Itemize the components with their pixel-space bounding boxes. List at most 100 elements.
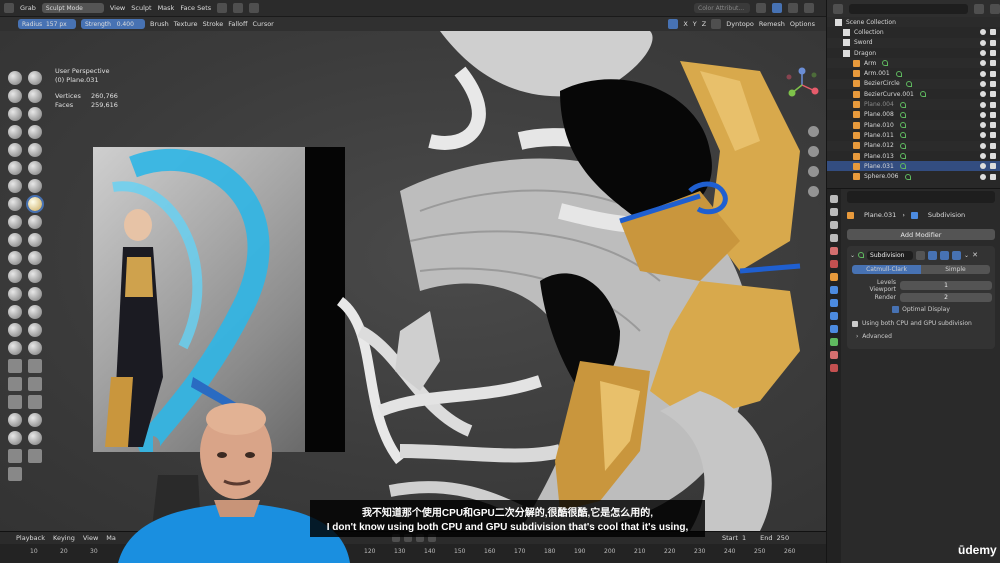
lock-icon[interactable] — [711, 19, 722, 29]
outliner-item[interactable]: BezierCircle — [827, 78, 1000, 90]
eye-icon[interactable] — [980, 80, 986, 87]
axis-x[interactable]: X — [683, 20, 687, 28]
active-tool-label[interactable]: Grab — [20, 4, 36, 12]
levels-viewport-field[interactable]: 1 — [900, 281, 992, 290]
on-cage-toggle-icon[interactable] — [928, 250, 938, 260]
clay-thumb-brush-icon[interactable] — [8, 107, 22, 121]
optimal-display-checkbox[interactable] — [892, 306, 900, 313]
scene-tab-icon[interactable] — [830, 247, 838, 255]
outliner-item[interactable]: Plane.008 — [827, 110, 1000, 120]
nudge-brush-icon[interactable] — [8, 251, 22, 265]
thumb-brush-icon[interactable] — [8, 233, 22, 247]
outliner-search-input[interactable] — [849, 3, 968, 14]
properties-search-input[interactable] — [847, 191, 995, 203]
slide-relax-brush-icon[interactable] — [8, 269, 22, 283]
edit-face-set-icon[interactable] — [8, 431, 22, 445]
end-field[interactable]: End 250 — [760, 534, 789, 542]
eye-icon[interactable] — [980, 101, 986, 108]
outliner-item[interactable]: BezierCurve.001 — [827, 89, 1000, 99]
flatten-brush-icon[interactable] — [8, 161, 22, 175]
shading-icon[interactable] — [217, 3, 228, 13]
viewport-shading-render-icon[interactable] — [804, 3, 814, 13]
camera-render-icon[interactable] — [990, 173, 996, 180]
output-tab-icon[interactable] — [830, 221, 838, 229]
start-field[interactable]: Start 1 — [722, 534, 746, 542]
filter-icon[interactable] — [974, 3, 984, 14]
simple-button[interactable]: Simple — [921, 265, 990, 274]
camera-render-icon[interactable] — [990, 50, 996, 57]
outliner-item[interactable]: Plane.004 — [827, 99, 1000, 110]
outliner-item[interactable]: Plane.012 — [827, 140, 1000, 151]
eye-icon[interactable] — [980, 91, 986, 98]
eye-icon[interactable] — [980, 111, 986, 118]
simplify-brush-icon[interactable] — [28, 287, 42, 301]
tool-tab-icon[interactable] — [830, 195, 838, 203]
camera-icon[interactable] — [808, 166, 819, 177]
cloth-filter-icon[interactable] — [8, 413, 22, 427]
move-icon[interactable] — [8, 449, 22, 463]
box-face-set-icon[interactable] — [8, 377, 22, 391]
pinch-brush-icon[interactable] — [8, 197, 22, 211]
scrape-brush-icon[interactable] — [8, 179, 22, 193]
multires-displacement-eraser-icon[interactable] — [8, 323, 22, 337]
grid-icon[interactable] — [808, 186, 819, 197]
multires-displacement-smear-icon[interactable] — [28, 323, 42, 337]
shading-icon-2[interactable] — [233, 3, 244, 13]
camera-render-icon[interactable] — [990, 111, 996, 118]
boundary-brush-icon[interactable] — [28, 269, 42, 283]
eye-icon[interactable] — [980, 60, 986, 67]
outliner-item[interactable]: Plane.010 — [827, 119, 1000, 131]
camera-render-icon[interactable] — [990, 29, 996, 36]
texture-tab-icon[interactable] — [830, 364, 838, 372]
draw-face-sets-brush-icon[interactable] — [28, 305, 42, 319]
mode-dropdown[interactable]: Sculpt Mode — [41, 3, 104, 13]
camera-render-icon[interactable] — [990, 101, 996, 108]
draw-brush-icon[interactable] — [8, 71, 22, 85]
viewport-display-toggle-icon[interactable] — [940, 250, 950, 260]
outliner-item[interactable]: Dragon — [827, 48, 1000, 58]
constraints-tab-icon[interactable] — [830, 325, 838, 333]
snake-hook-brush-icon[interactable] — [28, 215, 42, 229]
eye-icon[interactable] — [980, 50, 986, 57]
blob-brush-icon[interactable] — [28, 125, 42, 139]
material-tab-icon[interactable] — [830, 351, 838, 359]
camera-render-icon[interactable] — [990, 70, 996, 77]
camera-render-icon[interactable] — [990, 80, 996, 87]
eye-icon[interactable] — [980, 70, 986, 77]
camera-render-icon[interactable] — [990, 122, 996, 129]
outliner-item[interactable]: Plane.013 — [827, 151, 1000, 161]
paint-brush-icon[interactable] — [8, 341, 22, 355]
modifier-name-field[interactable]: Subdivision — [867, 250, 914, 260]
smear-brush-icon[interactable] — [28, 341, 42, 355]
camera-render-icon[interactable] — [990, 39, 996, 46]
camera-render-icon[interactable] — [990, 153, 996, 159]
smooth-brush-icon[interactable] — [28, 143, 42, 157]
box-mask-icon[interactable] — [8, 359, 22, 373]
radius-field[interactable]: Radius 157 px — [18, 19, 76, 29]
timeline-menu-playback[interactable]: Playback — [16, 534, 45, 542]
outliner-item[interactable]: Sword — [827, 37, 1000, 48]
draw-sharp-brush-icon[interactable] — [28, 71, 42, 85]
pose-brush-icon[interactable] — [28, 233, 42, 247]
new-collection-icon[interactable] — [990, 3, 1000, 14]
edit-mode-toggle-icon[interactable] — [916, 250, 926, 260]
render-toggle-icon[interactable] — [952, 250, 962, 260]
line-project-icon[interactable] — [8, 395, 22, 409]
close-icon[interactable]: ✕ — [972, 251, 978, 259]
viewport-shading-solid-icon[interactable] — [772, 3, 782, 13]
timeline-menu-marker[interactable]: Ma — [106, 534, 116, 542]
fill-brush-icon[interactable] — [28, 161, 42, 175]
chevron-down-icon[interactable]: ⌄ — [850, 252, 855, 259]
pan-hand-icon[interactable] — [808, 146, 819, 157]
catmull-clark-button[interactable]: Catmull-Clark — [852, 265, 921, 274]
elastic-deform-brush-icon[interactable] — [8, 215, 22, 229]
clay-strips-brush-icon[interactable] — [28, 89, 42, 103]
world-tab-icon[interactable] — [830, 260, 838, 268]
mask-by-color-icon[interactable] — [28, 431, 42, 445]
timeline-menu-view[interactable]: View — [83, 534, 98, 542]
grab-tool-icon[interactable] — [4, 3, 14, 13]
cursor-dropdown[interactable]: Cursor — [252, 20, 273, 28]
eye-icon[interactable] — [980, 163, 986, 170]
layer-brush-icon[interactable] — [28, 107, 42, 121]
outliner-item[interactable]: Scene Collection — [827, 17, 1000, 28]
